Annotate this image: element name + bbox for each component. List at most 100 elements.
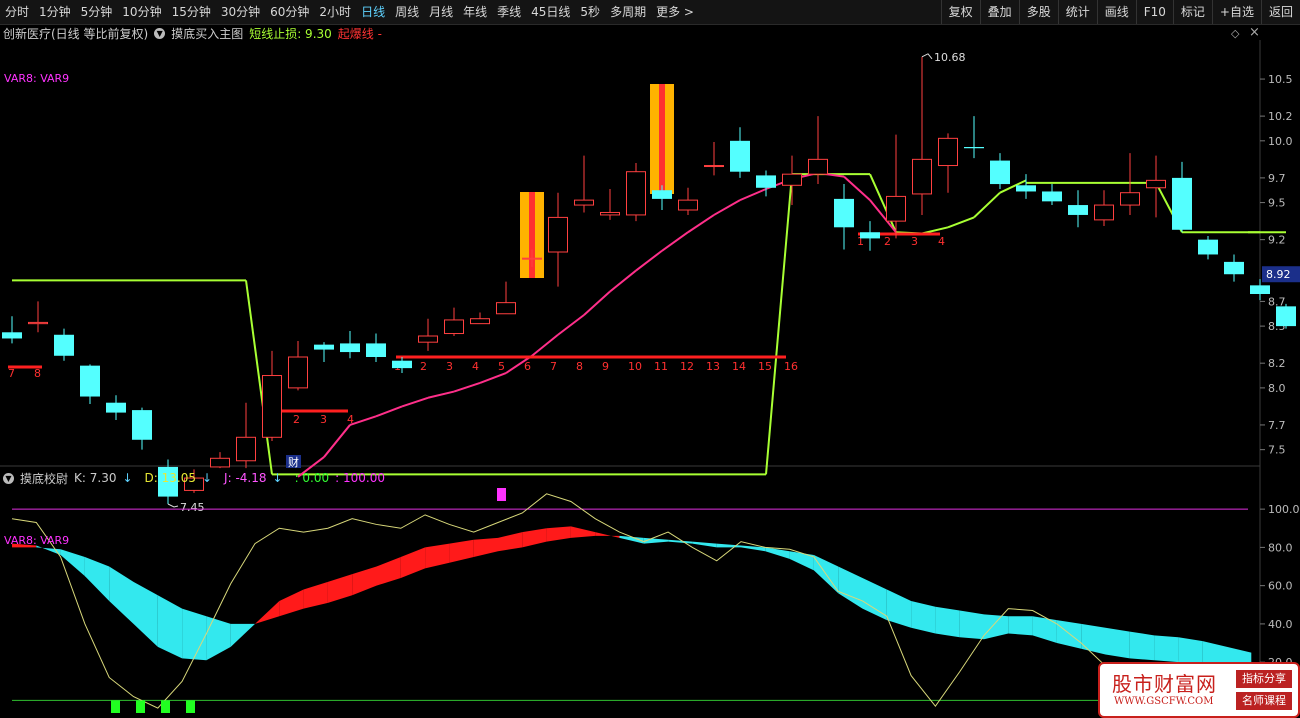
- candle-body: [1042, 191, 1062, 202]
- oversold-signal-bar: [111, 700, 120, 713]
- kdj-band-segment: [206, 616, 231, 661]
- kdj-band-segment: [473, 537, 498, 557]
- down-arrow-icon: ↓: [201, 471, 213, 485]
- j-value: J: -4.18 ↓: [224, 471, 289, 485]
- kdj-dropdown-icon[interactable]: ▼: [3, 472, 14, 484]
- kdj-band-segment: [984, 614, 1009, 640]
- kdj-band-segment: [400, 547, 426, 578]
- candle-body: [1224, 261, 1244, 275]
- var-label-kdj: VAR8: VAR9: [4, 534, 70, 547]
- kdj-info: ▼ 摸底校尉 K: 7.30 ↓ D: 13.05 ↓ J: -4.18 ↓ : 0.…: [0, 470, 391, 486]
- low-price-label: 7.45: [180, 501, 205, 514]
- candle-body: [418, 335, 438, 343]
- candle-body: [1146, 179, 1166, 189]
- kdj-band-segment: [303, 581, 328, 609]
- kdj-band-segment: [911, 600, 936, 634]
- candle-body: [1094, 204, 1114, 221]
- kdj-band-segment: [692, 541, 717, 548]
- candle-body: [522, 257, 542, 260]
- kdj-indicator-name[interactable]: 摸底校尉: [20, 470, 68, 487]
- candle-body: [2, 332, 22, 339]
- candle-body: [288, 356, 308, 389]
- hundred-line-value: : 100.00: [335, 471, 385, 485]
- candle-body: [262, 375, 282, 438]
- count-label: 8: [576, 360, 583, 373]
- count-label: 13: [706, 360, 720, 373]
- kdj-tick-label: 60.0: [1268, 580, 1293, 593]
- kdj-band-segment: [498, 532, 523, 552]
- count-label: 6: [524, 360, 531, 373]
- candle-body: [730, 140, 750, 172]
- chart-canvas[interactable]: 10.510.210.09.79.59.28.78.58.28.07.77.58…: [0, 0, 1300, 717]
- ma-segment: [973, 191, 1001, 219]
- count-label: 3: [320, 413, 327, 426]
- candle-body: [54, 334, 74, 356]
- count-label: 5: [498, 360, 505, 373]
- candle-body: [106, 402, 126, 413]
- d-value: D: 13.05 ↓: [145, 471, 219, 485]
- candle-body: [756, 175, 776, 188]
- ma-segment: [479, 372, 507, 384]
- candle-body: [210, 457, 230, 468]
- watermark-url: WWW.GSCFW.COM: [1114, 696, 1214, 707]
- ma-segment: [531, 333, 559, 357]
- count-label: 15: [758, 360, 772, 373]
- ma-segment: [453, 381, 481, 393]
- candle-body: [938, 137, 958, 167]
- count-label: 4: [938, 235, 945, 248]
- candle-body: [236, 436, 256, 462]
- kdj-band-segment: [595, 532, 620, 538]
- kdj-band-segment: [1008, 616, 1033, 636]
- candle-body: [574, 199, 594, 206]
- count-label: 2: [884, 235, 891, 248]
- kdj-band-segment: [546, 526, 571, 542]
- ma-segment: [713, 199, 741, 216]
- kdj-band-segment: [425, 543, 450, 569]
- low-marker: [167, 503, 179, 508]
- price-tick-label: 9.2: [1268, 234, 1286, 247]
- kdj-band-segment: [157, 595, 183, 659]
- k-value-text: K: 7.30: [74, 471, 117, 485]
- candle-body: [704, 165, 724, 168]
- count-label: 3: [911, 235, 918, 248]
- count-label: 14: [732, 360, 746, 373]
- j-value-text: J: -4.18: [224, 471, 267, 485]
- d-value-text: D: 13.05: [144, 471, 196, 485]
- kdj-band-segment: [230, 623, 255, 647]
- oversold-signal-bar: [136, 700, 145, 713]
- candle-body: [28, 321, 48, 325]
- price-tick-label: 10.2: [1268, 110, 1293, 123]
- price-tick-label: 7.7: [1268, 419, 1286, 432]
- ma-segment: [375, 405, 403, 418]
- candle-body: [860, 232, 880, 239]
- count-label: 8: [34, 367, 41, 380]
- kdj-band-segment: [959, 610, 984, 640]
- count-label: 12: [680, 360, 694, 373]
- count-label: 2: [293, 413, 300, 426]
- ma-segment: [739, 188, 767, 202]
- candle-body: [1068, 205, 1088, 215]
- candle-body: [470, 318, 490, 325]
- kdj-band-segment: [1081, 623, 1106, 655]
- price-tick-label: 10.5: [1268, 73, 1293, 86]
- ma-segment: [609, 269, 637, 293]
- j-line: [11, 493, 1252, 709]
- current-price-label: 8.92: [1266, 268, 1291, 281]
- count-label: 2: [420, 360, 427, 373]
- down-arrow-icon: ↓: [122, 471, 133, 485]
- oversold-signal-bar: [186, 700, 195, 713]
- candle-body: [1016, 185, 1036, 192]
- candle-body: [1250, 285, 1270, 294]
- candle-body: [314, 344, 334, 350]
- watermark-logo: 股市财富网: [1112, 672, 1217, 696]
- kdj-band-segment: [279, 589, 304, 617]
- ma-segment: [635, 249, 663, 272]
- count-label: 9: [602, 360, 609, 373]
- watermark: 股市财富网 WWW.GSCFW.COM 指标分享 名师课程: [1098, 662, 1300, 718]
- candle-body: [1172, 177, 1192, 230]
- kdj-band-segment: [838, 566, 863, 609]
- candle-body: [132, 410, 152, 440]
- price-tick-label: 8.2: [1268, 357, 1286, 370]
- candle-body: [1198, 239, 1218, 255]
- ma-segment: [323, 424, 351, 458]
